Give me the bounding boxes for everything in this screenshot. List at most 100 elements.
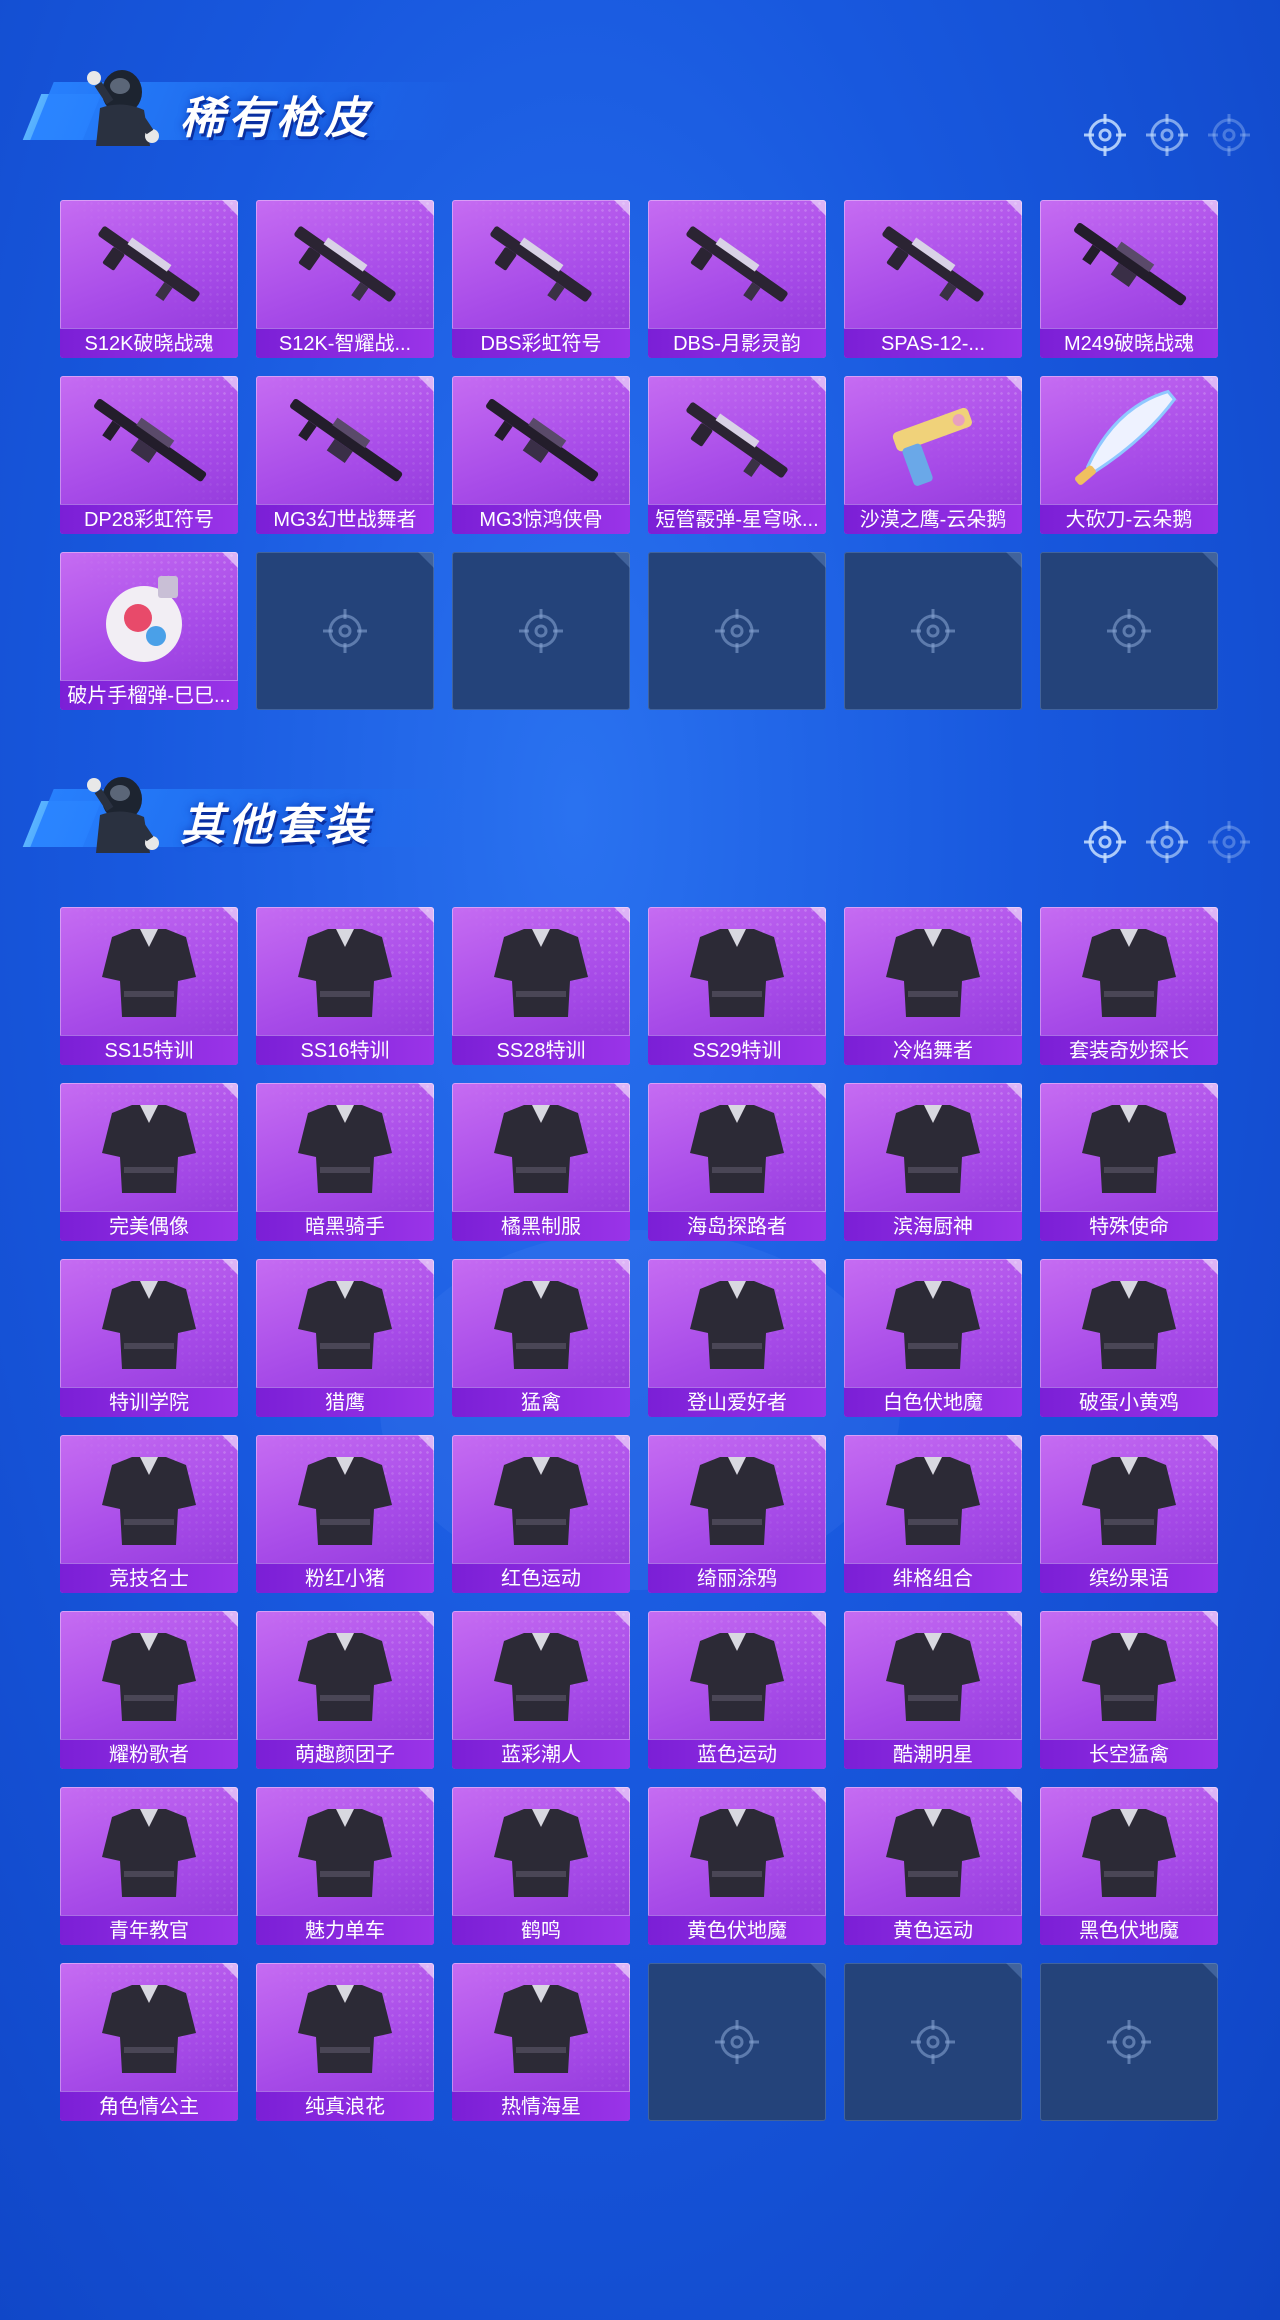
item-card[interactable]: MG3惊鸿侠骨 [452,376,630,534]
empty-slot [256,552,434,710]
target-icon [1146,821,1188,863]
item-label: 冷焰舞者 [844,1035,1022,1065]
item-card[interactable]: MG3幻世战舞者 [256,376,434,534]
item-label: 鹤鸣 [452,1915,630,1945]
item-card[interactable]: 黑色伏地魔 [1040,1787,1218,1945]
item-label: MG3幻世战舞者 [256,504,434,534]
item-card[interactable]: 破片手榴弹-巳巳... [60,552,238,710]
item-card[interactable]: S12K破晓战魂 [60,200,238,358]
outfit-icon [102,1633,196,1721]
item-card[interactable]: 纯真浪花 [256,1963,434,2121]
item-label: 黄色运动 [844,1915,1022,1945]
item-card[interactable]: 黄色运动 [844,1787,1022,1945]
item-card[interactable]: SPAS-12-... [844,200,1022,358]
item-card[interactable]: 黄色伏地魔 [648,1787,826,1945]
item-card[interactable]: SS15特训 [60,907,238,1065]
item-card[interactable]: 缤纷果语 [1040,1435,1218,1593]
item-card[interactable]: 特训学院 [60,1259,238,1417]
item-label: 耀粉歌者 [60,1739,238,1769]
item-card[interactable]: DBS-月影灵韵 [648,200,826,358]
outfit-icon [886,1457,980,1545]
item-card[interactable]: SS16特训 [256,907,434,1065]
item-label: SS29特训 [648,1035,826,1065]
item-card[interactable]: 特殊使命 [1040,1083,1218,1241]
shotgun-icon [98,226,200,302]
machine-gun-icon [486,398,599,482]
outfit-icon [690,1809,784,1897]
outfit-icon [494,1105,588,1193]
item-card[interactable]: 海岛探路者 [648,1083,826,1241]
item-label: 大砍刀-云朵鹅 [1040,504,1218,534]
item-label: 特殊使命 [1040,1211,1218,1241]
gun-skin-grid: S12K破晓战魂 S12K-智耀战... DBS彩虹符号 DBS-月影灵韵 SPAS-1… [60,200,1220,710]
outfit-icon [1082,1633,1176,1721]
item-card[interactable]: 登山爱好者 [648,1259,826,1417]
item-label: DP28彩虹符号 [60,504,238,534]
item-card[interactable]: 橘黑制服 [452,1083,630,1241]
item-card[interactable]: 滨海厨神 [844,1083,1022,1241]
item-card[interactable]: SS28特训 [452,907,630,1065]
item-card[interactable]: 魅力单车 [256,1787,434,1945]
item-label: 魅力单车 [256,1915,434,1945]
item-card[interactable]: 短管霰弹-星穹咏... [648,376,826,534]
item-label: DBS-月影灵韵 [648,328,826,358]
item-card[interactable]: 粉红小猪 [256,1435,434,1593]
item-label: 破片手榴弹-巳巳... [60,680,238,710]
item-card[interactable]: 角色情公主 [60,1963,238,2121]
item-label: 暗黑骑手 [256,1211,434,1241]
item-card[interactable]: 鹤鸣 [452,1787,630,1945]
item-card[interactable]: 长空猛禽 [1040,1611,1218,1769]
item-card[interactable]: 萌趣颜团子 [256,1611,434,1769]
machine-gun-icon [290,398,403,482]
item-card[interactable]: SS29特训 [648,907,826,1065]
shotgun-icon [490,226,592,302]
item-card[interactable]: 大砍刀-云朵鹅 [1040,376,1218,534]
decor-target-icons [1082,819,1252,869]
item-label: 滨海厨神 [844,1211,1022,1241]
shotgun-icon [686,402,788,478]
outfit-icon [298,1105,392,1193]
item-card[interactable]: 绮丽涂鸦 [648,1435,826,1593]
item-card[interactable]: 套装奇妙探长 [1040,907,1218,1065]
outfit-icon [494,1633,588,1721]
item-card[interactable]: 猎鹰 [256,1259,434,1417]
item-card[interactable]: 蓝彩潮人 [452,1611,630,1769]
item-card[interactable]: 白色伏地魔 [844,1259,1022,1417]
target-icon [1084,114,1126,156]
item-label: 黑色伏地魔 [1040,1915,1218,1945]
item-card[interactable]: S12K-智耀战... [256,200,434,358]
outfit-icon [886,929,980,1017]
shotgun-icon [686,226,788,302]
item-card[interactable]: 猛禽 [452,1259,630,1417]
item-card[interactable]: 红色运动 [452,1435,630,1593]
machete-icon [1075,389,1177,485]
target-icon [1084,821,1126,863]
outfit-icon [494,929,588,1017]
outfit-icon [102,929,196,1017]
item-label: 粉红小猪 [256,1563,434,1593]
item-label: 猛禽 [452,1387,630,1417]
item-card[interactable]: 热情海星 [452,1963,630,2121]
outfit-icon [494,1457,588,1545]
item-card[interactable]: 青年教官 [60,1787,238,1945]
item-card[interactable]: 蓝色运动 [648,1611,826,1769]
item-label: S12K-智耀战... [256,328,434,358]
item-label: 萌趣颜团子 [256,1739,434,1769]
item-card[interactable]: 破蛋小黄鸡 [1040,1259,1218,1417]
item-card[interactable]: 耀粉歌者 [60,1611,238,1769]
item-card[interactable]: 竞技名士 [60,1435,238,1593]
item-card[interactable]: 暗黑骑手 [256,1083,434,1241]
outfit-icon [102,1985,196,2073]
item-card[interactable]: 绯格组合 [844,1435,1022,1593]
item-card[interactable]: DP28彩虹符号 [60,376,238,534]
item-card[interactable]: 冷焰舞者 [844,907,1022,1065]
item-card[interactable]: M249破晓战魂 [1040,200,1218,358]
item-card[interactable]: DBS彩虹符号 [452,200,630,358]
item-card[interactable]: 完美偶像 [60,1083,238,1241]
item-card[interactable]: 酷潮明星 [844,1611,1022,1769]
outfit-icon [298,1457,392,1545]
item-label: SS28特训 [452,1035,630,1065]
target-icon [1208,821,1250,863]
item-card[interactable]: 沙漠之鹰-云朵鹅 [844,376,1022,534]
item-label: 角色情公主 [60,2091,238,2121]
